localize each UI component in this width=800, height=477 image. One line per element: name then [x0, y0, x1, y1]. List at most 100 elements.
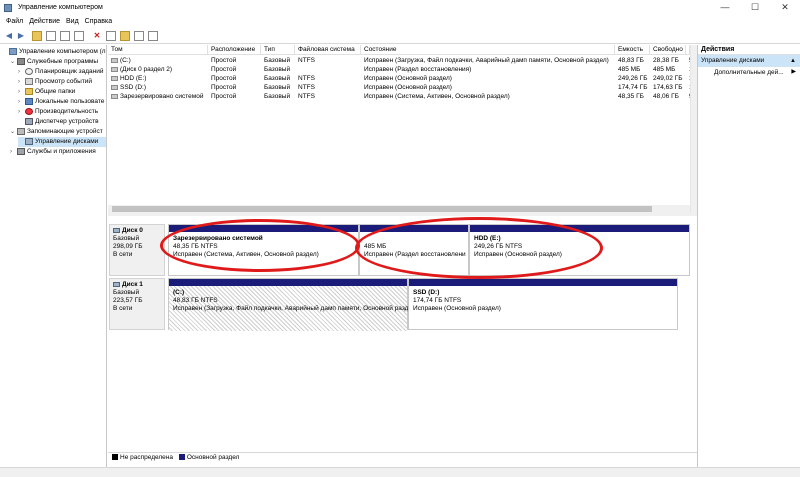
tree-item[interactable]: › Общие папки	[18, 87, 106, 97]
horizontal-scrollbar[interactable]	[108, 205, 690, 213]
collapse-arrow-icon[interactable]: ›	[18, 67, 25, 77]
help-page-icon[interactable]	[60, 31, 70, 41]
partition-c[interactable]: (C:) 48,83 ГБ NTFS Исправен (Загрузка, Ф…	[168, 278, 418, 331]
table-cell: Исправен (Основной раздел)	[364, 75, 452, 82]
table-row[interactable]: SSD (D:) Простой Базовый NTFS Исправен (Осно…	[108, 83, 690, 92]
table-cell: Простой	[211, 93, 237, 100]
table-cell: NTFS	[298, 75, 315, 82]
forward-icon[interactable]: ▶	[16, 31, 26, 41]
up-folder-icon[interactable]	[32, 31, 42, 41]
table-cell: Базовый	[264, 75, 291, 82]
check-icon[interactable]	[106, 31, 116, 41]
computer-management-icon	[4, 4, 12, 12]
tools-icon	[17, 57, 25, 65]
table-cell: HDD (E:)	[108, 74, 208, 83]
vertical-scrollbar[interactable]	[690, 45, 697, 213]
collapse-arrow-icon[interactable]: ›	[18, 77, 25, 87]
search-icon[interactable]	[134, 31, 144, 41]
table-row[interactable]: (Диск 0 раздел 2) Простой Базовый Исправен …	[108, 65, 690, 74]
actions-pane: Действия Управление дисками ▲ Дополнитель…	[697, 45, 800, 467]
table-row[interactable]: (C:) Простой Базовый NTFS Исправен (Загрузка…	[108, 56, 690, 65]
tree-item[interactable]: ⌄ Запоминающие устройст	[10, 127, 106, 137]
table-cell: NTFS	[298, 84, 315, 91]
tree-item[interactable]: Управление компьютером (л	[2, 47, 106, 57]
volume-list-header: Том Расположение Тип Файловая система Со…	[108, 45, 690, 55]
table-cell: 249,26 ГБ	[618, 75, 648, 82]
table-cell: NTFS	[298, 57, 315, 64]
column-capacity[interactable]: Емкость	[615, 45, 650, 55]
scroll-thumb[interactable]	[112, 206, 652, 212]
disk-management-icon	[25, 137, 33, 145]
tree-item[interactable]: ⌄ Служебные программы	[10, 57, 106, 67]
actions-more[interactable]: Дополнительные дей... ▶	[698, 67, 800, 78]
tree-item[interactable]: › Планировщик заданий	[18, 67, 106, 77]
partition-ssd-d[interactable]: SSD (D:) 174,74 ГБ NTFS Исправен (Основн…	[408, 278, 678, 330]
table-cell: 174,63 ГБ	[653, 84, 683, 91]
disk-1-label[interactable]: Диск 1 Базовый 223,57 ГБ В сети	[109, 278, 165, 330]
table-row[interactable]: HDD (E:) Простой Базовый NTFS Исправен (Осно…	[108, 74, 690, 83]
annotation-circle-system-reserved	[160, 219, 360, 272]
device-manager-icon	[25, 117, 33, 125]
column-status[interactable]: Состояние	[361, 45, 615, 55]
table-cell: Базовый	[264, 57, 291, 64]
list-view-icon[interactable]	[74, 31, 84, 41]
menu-action[interactable]: Действие	[29, 16, 60, 28]
collapse-arrow-icon[interactable]: ›	[10, 147, 17, 157]
properties-icon[interactable]	[46, 31, 56, 41]
table-cell: Исправен (Раздел восстановления)	[364, 66, 472, 73]
actions-disk-management[interactable]: Управление дисками ▲	[698, 55, 800, 67]
table-cell: Исправен (Система, Активен, Основной раз…	[364, 93, 510, 100]
performance-icon	[25, 107, 33, 115]
table-cell: (C:)	[108, 56, 208, 65]
minimize-button[interactable]: —	[710, 0, 740, 16]
tree-item-label: Локальные пользовате	[35, 98, 105, 105]
column-volume[interactable]: Том	[108, 45, 208, 55]
tree-item[interactable]: › Службы и приложения	[10, 147, 106, 157]
title-bar: Управление компьютером — ☐ ✕	[0, 0, 800, 16]
disk-0-label[interactable]: Диск 0 Базовый 298,09 ГБ В сети	[109, 224, 165, 276]
collapse-arrow-icon[interactable]: ›	[18, 97, 25, 107]
menu-help[interactable]: Справка	[85, 16, 112, 28]
primary-partition-bar	[169, 279, 407, 286]
collapse-icon[interactable]: ▲	[790, 55, 796, 67]
column-free[interactable]: Свободно	[650, 45, 686, 55]
collapse-arrow-icon[interactable]: ›	[18, 87, 25, 97]
status-bar	[0, 467, 800, 477]
volume-icon	[111, 75, 118, 81]
toolbar: ◀ ▶ ✕	[0, 28, 800, 44]
tree-item[interactable]: › Просмотр событий	[18, 77, 106, 87]
tree-item-label: Управление компьютером (л	[19, 48, 106, 55]
table-row[interactable]: Зарезервировано системой Простой Базовый NT…	[108, 92, 690, 101]
back-icon[interactable]: ◀	[4, 31, 14, 41]
window-title: Управление компьютером	[18, 4, 103, 11]
column-layout[interactable]: Расположение	[208, 45, 261, 55]
tree-item-label: Службы и приложения	[27, 148, 96, 155]
tree-item[interactable]: Управление дисками	[18, 137, 106, 147]
legend-primary: Основной раздел	[186, 454, 240, 461]
tree-item-label: Просмотр событий	[35, 78, 93, 85]
maximize-button[interactable]: ☐	[740, 0, 770, 16]
users-icon	[25, 97, 33, 105]
menu-file[interactable]: Файл	[6, 16, 23, 28]
volume-icon	[111, 57, 118, 63]
clock-icon	[25, 67, 33, 75]
tree-item[interactable]: Диспетчер устройств	[18, 117, 106, 127]
tree-item[interactable]: › Производительность	[18, 107, 106, 117]
tree-item-label: Диспетчер устройств	[35, 118, 99, 125]
delete-icon[interactable]: ✕	[92, 31, 102, 41]
menu-view[interactable]: Вид	[66, 16, 79, 28]
tree-item-label: Общие папки	[35, 88, 76, 95]
table-cell: Базовый	[264, 93, 291, 100]
column-filesystem[interactable]: Файловая система	[295, 45, 361, 55]
tree-item[interactable]: › Локальные пользовате	[18, 97, 106, 107]
legend-unallocated: Не распределена	[120, 454, 174, 461]
table-cell: (Диск 0 раздел 2)	[108, 65, 208, 74]
collapse-arrow-icon[interactable]: ›	[18, 107, 25, 117]
expand-arrow-icon[interactable]: ⌄	[10, 57, 17, 67]
column-type[interactable]: Тип	[261, 45, 295, 55]
open-icon[interactable]	[120, 31, 130, 41]
close-button[interactable]: ✕	[770, 0, 800, 16]
expand-arrow-icon[interactable]: ⌄	[10, 127, 17, 137]
menu-bar: Файл Действие Вид Справка	[0, 16, 800, 28]
settings-icon[interactable]	[148, 31, 158, 41]
